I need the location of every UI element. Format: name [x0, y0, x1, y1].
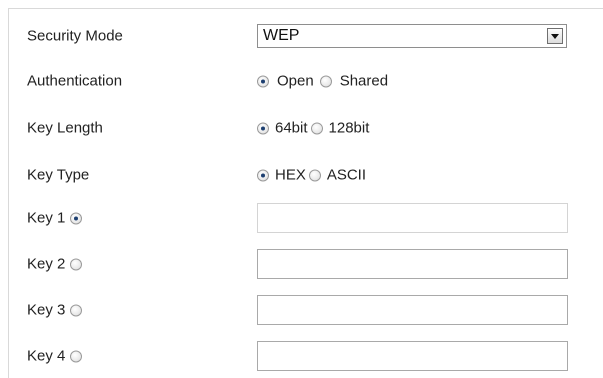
authentication-open-label: Open — [277, 72, 314, 90]
key-length-options: 64bit 128bit — [257, 120, 372, 137]
security-mode-row: Security Mode WEP — [9, 21, 603, 51]
key-1-label-group: Key 1 — [27, 209, 83, 227]
radio-button-icon[interactable] — [310, 122, 323, 134]
radio-button-icon[interactable] — [70, 304, 83, 316]
key-2-row: Key 2 — [9, 249, 603, 279]
key-length-128-label: 128bit — [328, 119, 370, 137]
authentication-options: Open Shared — [257, 73, 391, 90]
authentication-label: Authentication — [27, 72, 123, 90]
key-type-hex-option[interactable]: HEX — [257, 167, 309, 184]
key-type-ascii-label: ASCII — [326, 166, 367, 184]
authentication-row: Authentication Open Shared — [9, 66, 603, 96]
key-1-label: Key 1 — [27, 209, 66, 227]
key-2-label: Key 2 — [27, 255, 66, 273]
key-4-label-group: Key 4 — [27, 347, 83, 365]
key-3-row: Key 3 — [9, 295, 603, 325]
radio-button-icon[interactable] — [257, 122, 269, 134]
authentication-open-option[interactable]: Open — [257, 73, 317, 90]
radio-button-icon[interactable] — [257, 75, 269, 87]
key-length-64-label: 64bit — [275, 119, 308, 137]
key-3-label: Key 3 — [27, 301, 66, 319]
radio-button-icon[interactable] — [308, 169, 321, 181]
security-mode-value: WEP — [263, 27, 300, 44]
authentication-shared-option[interactable]: Shared — [319, 72, 391, 90]
key-1-input[interactable] — [257, 203, 568, 233]
key-1-row: Key 1 — [9, 203, 603, 233]
dropdown-button[interactable] — [547, 28, 563, 44]
security-mode-label: Security Mode — [27, 27, 123, 45]
key-4-row: Key 4 — [9, 341, 603, 371]
key-length-row: Key Length 64bit 128bit — [9, 113, 603, 143]
radio-button-icon[interactable] — [319, 75, 332, 87]
key-4-input[interactable] — [257, 341, 568, 371]
key-type-label: Key Type — [27, 166, 90, 184]
radio-button-icon[interactable] — [257, 169, 269, 181]
radio-button-icon[interactable] — [70, 350, 83, 362]
key-3-input[interactable] — [257, 295, 568, 325]
key-type-row: Key Type HEX ASCII — [9, 160, 603, 190]
key-length-64-option[interactable]: 64bit — [257, 120, 311, 137]
chevron-down-icon — [551, 33, 559, 39]
key-length-128-option[interactable]: 128bit — [310, 119, 373, 137]
key-type-options: HEX ASCII — [257, 167, 369, 184]
key-2-input[interactable] — [257, 249, 568, 279]
key-type-hex-label: HEX — [275, 166, 306, 184]
security-mode-select[interactable]: WEP — [257, 24, 567, 48]
authentication-shared-label: Shared — [339, 72, 389, 90]
radio-button-icon[interactable] — [70, 212, 83, 224]
key-4-label: Key 4 — [27, 347, 66, 365]
radio-button-icon[interactable] — [70, 258, 83, 270]
key-type-ascii-option[interactable]: ASCII — [308, 166, 369, 184]
key-length-label: Key Length — [27, 119, 103, 137]
key-2-label-group: Key 2 — [27, 255, 83, 273]
key-3-label-group: Key 3 — [27, 301, 83, 319]
wireless-security-panel: Security Mode WEP Authentication Open Sh… — [8, 8, 603, 378]
